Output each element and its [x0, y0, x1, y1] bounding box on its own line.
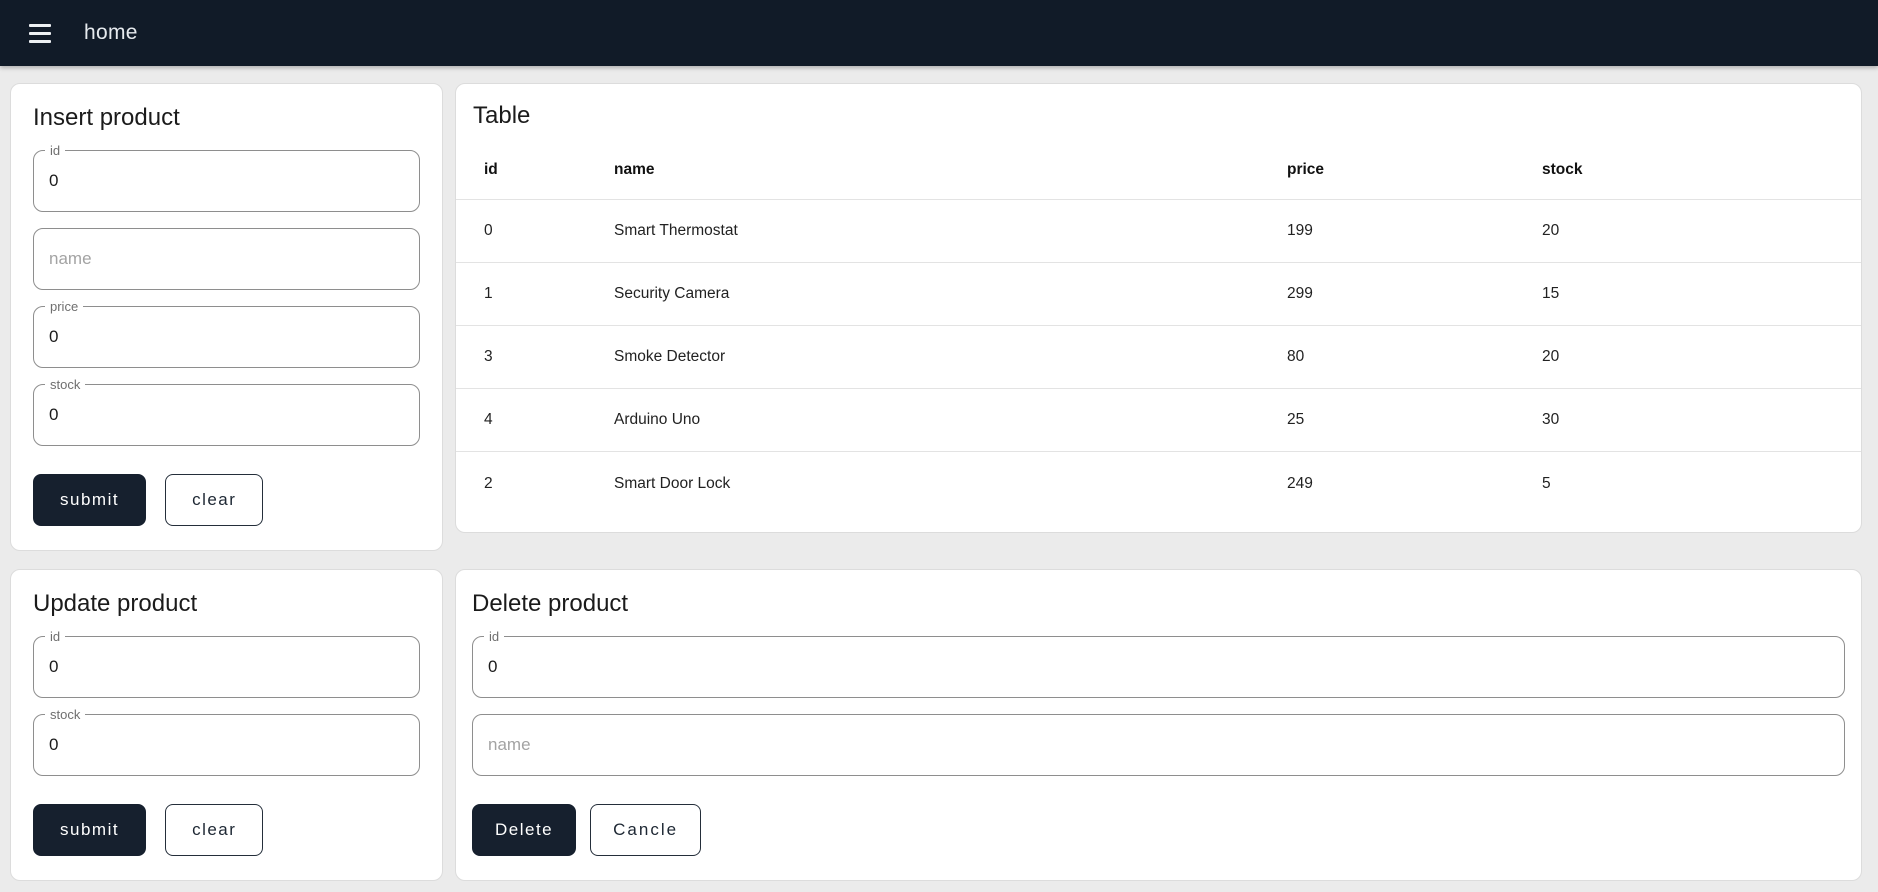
insert-stock-input[interactable] [34, 385, 419, 445]
cell-name: Security Camera [614, 285, 730, 302]
cancel-button[interactable]: Cancle [590, 804, 702, 856]
table-header-price: price [1287, 160, 1325, 178]
update-button-row: submit clear [33, 804, 420, 856]
cell-price: 299 [1287, 285, 1313, 302]
delete-id-label: id [484, 628, 505, 645]
insert-product-title: Insert product [33, 104, 180, 131]
insert-price-field: price [33, 298, 420, 368]
table-row: 4 Arduino Uno 25 30 [456, 389, 1861, 452]
table-header-id: id [484, 160, 498, 178]
update-submit-button[interactable]: submit [33, 804, 147, 856]
update-clear-button[interactable]: clear [165, 804, 264, 856]
delete-product-title: Delete product [472, 590, 629, 617]
cell-id: 0 [484, 222, 493, 239]
content-area: Insert product id price stock submit cle… [0, 66, 1878, 892]
cell-price: 80 [1287, 348, 1305, 365]
table-header-stock: stock [1542, 160, 1583, 178]
update-stock-label: stock [45, 706, 86, 723]
navbar-title: home [84, 21, 138, 44]
table-header-name: name [614, 160, 655, 178]
product-table-panel: Table id name price stock 0 Smart Thermo… [455, 83, 1862, 533]
insert-id-input[interactable] [34, 151, 419, 211]
update-stock-input[interactable] [34, 715, 419, 775]
cell-name: Smart Door Lock [614, 474, 731, 492]
cell-id: 2 [484, 474, 493, 492]
insert-submit-button[interactable]: submit [33, 474, 147, 526]
delete-name-field [472, 714, 1845, 776]
cell-id: 3 [484, 348, 493, 365]
update-product-title: Update product [33, 590, 198, 617]
table-row: 3 Smoke Detector 80 20 [456, 326, 1861, 389]
update-id-label: id [45, 628, 66, 645]
insert-id-field: id [33, 142, 420, 212]
insert-id-label: id [45, 142, 66, 159]
cell-id: 1 [484, 285, 493, 302]
delete-id-input[interactable] [473, 637, 1844, 697]
table-row: 2 Smart Door Lock 249 5 [456, 452, 1861, 515]
insert-price-label: price [45, 298, 84, 315]
cell-id: 4 [484, 411, 493, 428]
cell-price: 249 [1287, 474, 1313, 492]
hamburger-menu-icon[interactable] [18, 11, 62, 55]
delete-product-panel: Delete product id Delete Cancle [455, 569, 1862, 881]
cell-name: Smart Thermostat [614, 222, 738, 239]
delete-id-field: id [472, 628, 1845, 698]
delete-name-input[interactable] [473, 715, 1844, 775]
update-stock-field: stock [33, 706, 420, 776]
insert-name-input[interactable] [34, 229, 419, 289]
cell-stock: 30 [1542, 411, 1560, 428]
cell-stock: 20 [1542, 222, 1560, 239]
cell-price: 199 [1287, 222, 1313, 239]
table-title: Table [473, 102, 531, 129]
insert-stock-label: stock [45, 376, 86, 393]
table-header-row: id name price stock [456, 140, 1861, 200]
cell-stock: 5 [1542, 474, 1551, 492]
navbar: home [0, 0, 1878, 66]
insert-product-panel: Insert product id price stock submit cle… [10, 83, 443, 551]
insert-price-input[interactable] [34, 307, 419, 367]
delete-button[interactable]: Delete [472, 804, 577, 856]
cell-price: 25 [1287, 411, 1305, 428]
insert-clear-button[interactable]: clear [165, 474, 264, 526]
table-row: 1 Security Camera 299 15 [456, 263, 1861, 326]
delete-button-row: Delete Cancle [472, 804, 1845, 856]
update-product-panel: Update product id stock submit clear [10, 569, 443, 881]
insert-stock-field: stock [33, 376, 420, 446]
insert-button-row: submit clear [33, 474, 420, 526]
cell-stock: 15 [1542, 285, 1560, 302]
update-id-input[interactable] [34, 637, 419, 697]
cell-stock: 20 [1542, 348, 1560, 365]
cell-name: Smoke Detector [614, 348, 726, 365]
insert-name-field [33, 228, 420, 290]
table-row: 0 Smart Thermostat 199 20 [456, 200, 1861, 263]
cell-name: Arduino Uno [614, 411, 701, 428]
update-id-field: id [33, 628, 420, 698]
